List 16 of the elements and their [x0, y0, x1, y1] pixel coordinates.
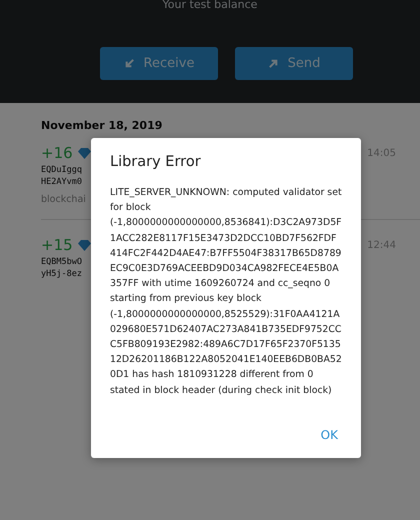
receive-button[interactable]: Receive	[100, 47, 218, 80]
balance-label: Your test balance	[162, 0, 258, 10]
ok-button[interactable]: OK	[316, 426, 342, 444]
comment: blockchai	[41, 194, 86, 205]
amount: +15	[41, 236, 73, 254]
dialog-title: Library Error	[110, 154, 202, 170]
arrow-icon	[266, 57, 280, 70]
diamond-icon	[78, 148, 91, 158]
amount: +16	[41, 144, 73, 162]
error-message: LITE_SERVER_UNKNOWN: computed validator set for block (-1,8000000000000000,8536841):D3C2A973D5F1ACC282E8117F15E3473D2DCC10BD7F562FDF414FC2F442D4AE47:B7FF5504F38317B65D8789EC9C0E3D769ACEEBD9D034CA982FECE4E5B0A357FF with utime 1609260724 and cc_seqno 0 starting from previous key block (-1,8000000000000000,8525529):31F0AA4121A029680E571D62407AC273A841B735EDF9752CCC5FB809193E2982:489A6C7D17F65F2370F513512D26201186B122A8052041E140EEB6DB0BA520D1 has hash 1810931228 different from 0 stated in block header (during check init block)	[110, 186, 342, 398]
address: EQBM5bwO yH5j-8ez	[41, 256, 83, 280]
date-heading: November 18, 2019	[41, 119, 164, 132]
send-button[interactable]: Send	[234, 47, 352, 80]
address: EQDuIggq HE2AYvm0	[41, 164, 83, 188]
diamond-icon	[78, 240, 91, 250]
arrow-icon	[122, 57, 136, 70]
